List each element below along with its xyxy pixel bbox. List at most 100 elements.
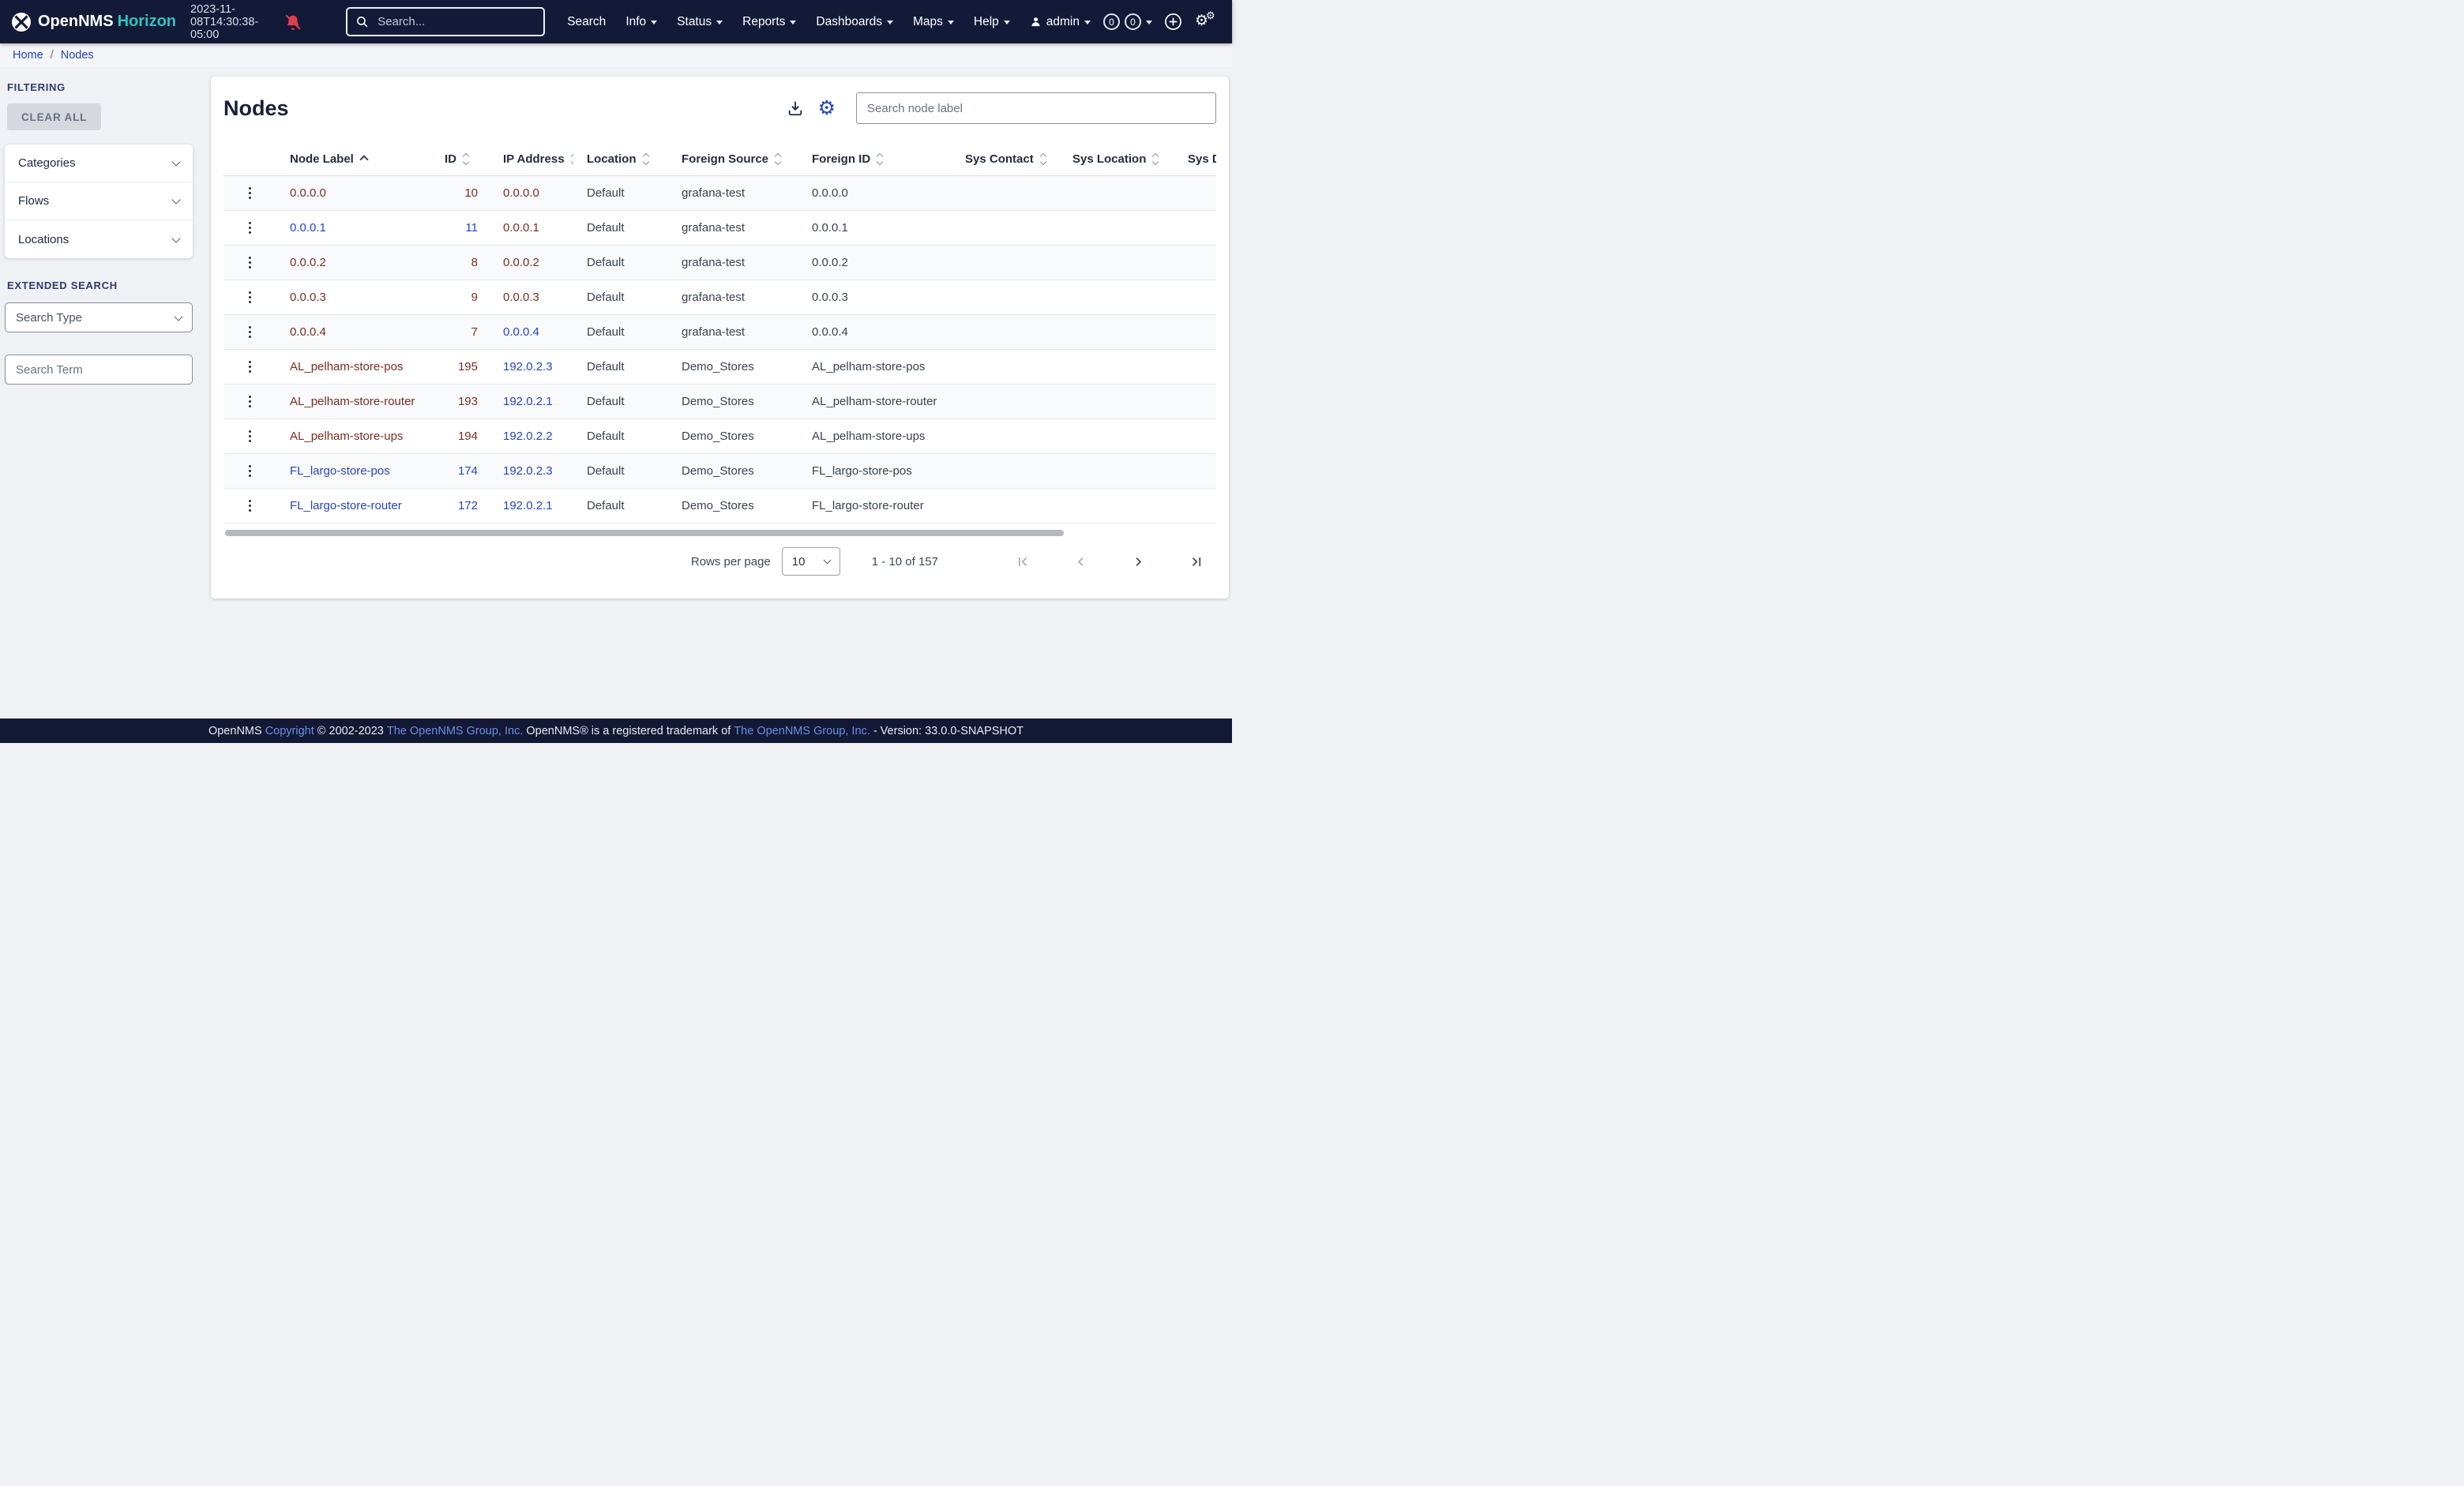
node-label-link[interactable]: 0.0.0.2: [290, 256, 326, 269]
node-location: Default: [587, 395, 625, 408]
sort-icon: [359, 155, 369, 164]
nav-menu-item[interactable]: Help: [974, 15, 1010, 29]
filter-accordion[interactable]: Categories: [5, 144, 193, 182]
node-id-link[interactable]: 8: [471, 256, 478, 269]
notification-badge[interactable]: 0: [1103, 13, 1120, 30]
next-page-button[interactable]: [1129, 553, 1147, 571]
filter-accordion[interactable]: Locations: [5, 220, 193, 258]
sort-icon: [462, 152, 470, 166]
column-header[interactable]: Foreign Source: [668, 152, 798, 166]
footer-text[interactable]: Copyright: [265, 725, 314, 737]
nav-menu-item[interactable]: Info: [625, 15, 658, 29]
node-label-link[interactable]: FL_largo-store-router: [290, 499, 402, 512]
last-page-button[interactable]: [1187, 553, 1205, 571]
previous-page-button[interactable]: [1072, 553, 1090, 571]
column-header[interactable]: Foreign ID: [798, 152, 952, 166]
node-label-link[interactable]: 0.0.0.3: [290, 291, 326, 304]
horizontal-scrollbar[interactable]: [223, 530, 1216, 536]
notification-badges[interactable]: 0 0: [1103, 13, 1152, 30]
node-location: Default: [587, 499, 625, 512]
row-actions-menu-button[interactable]: [242, 183, 258, 204]
export-nodes-button[interactable]: [783, 96, 807, 120]
row-actions-menu-button[interactable]: [242, 287, 258, 308]
column-header[interactable]: Sys Contact: [952, 152, 1059, 166]
row-actions-menu-button[interactable]: [242, 322, 258, 343]
table-settings-button[interactable]: ⚙: [807, 96, 839, 122]
node-id-link[interactable]: 194: [458, 430, 478, 443]
node-label-link[interactable]: 0.0.0.4: [290, 325, 326, 339]
first-page-button[interactable]: [1014, 553, 1032, 571]
node-id-link[interactable]: 9: [471, 291, 478, 304]
node-ip-link[interactable]: 192.0.2.1: [503, 395, 553, 408]
footer-text[interactable]: The OpenNMS Group, Inc.: [387, 725, 523, 737]
node-ip-link[interactable]: 0.0.0.3: [503, 291, 539, 304]
node-foreign-id: 0.0.0.2: [812, 256, 848, 269]
extended-search-heading: EXTENDED SEARCH: [7, 280, 118, 291]
breadcrumb-home-link[interactable]: Home: [13, 49, 43, 62]
column-header[interactable]: Sys Location: [1059, 152, 1174, 166]
filter-accordion[interactable]: Flows: [5, 182, 193, 220]
node-ip-link[interactable]: 192.0.2.3: [503, 464, 553, 478]
node-label-link[interactable]: AL_pelham-store-router: [290, 395, 415, 408]
search-icon: [355, 15, 369, 28]
node-id-link[interactable]: 11: [465, 221, 478, 235]
notification-badge[interactable]: 0: [1125, 13, 1141, 30]
search-term-input[interactable]: [5, 355, 193, 385]
node-ip-link[interactable]: 192.0.2.1: [503, 499, 553, 512]
table-row: 0.0.0.4 7 0.0.0.4 Default grafana-test 0…: [223, 315, 1216, 350]
breadcrumb-current[interactable]: Nodes: [61, 49, 94, 62]
row-actions-menu-button[interactable]: [242, 253, 258, 273]
node-id-link[interactable]: 10: [464, 186, 478, 200]
nav-menu-item[interactable]: Maps: [913, 15, 954, 29]
nav-user-menu[interactable]: admin: [1030, 15, 1091, 29]
node-ip-link[interactable]: 0.0.0.1: [503, 221, 539, 235]
nav-menu-item[interactable]: Status: [677, 15, 723, 29]
clear-all-button[interactable]: CLEAR ALL: [7, 103, 102, 130]
nav-menu-item[interactable]: Reports: [742, 15, 797, 29]
column-header[interactable]: ID: [431, 152, 490, 166]
table-row: FL_largo-store-router 172 192.0.2.1 Defa…: [223, 489, 1216, 523]
node-id-link[interactable]: 174: [458, 464, 478, 478]
quick-add-button[interactable]: [1162, 10, 1185, 33]
column-header[interactable]: Location: [573, 152, 668, 166]
node-ip-link[interactable]: 0.0.0.2: [503, 256, 539, 269]
node-id-link[interactable]: 193: [458, 395, 478, 408]
node-label-link[interactable]: AL_pelham-store-pos: [290, 360, 403, 373]
row-actions-menu-button[interactable]: [242, 496, 258, 516]
page-footer: OpenNMS Copyright © 2002-2023 The OpenNM…: [0, 719, 1232, 743]
node-id-link[interactable]: 7: [471, 325, 478, 339]
node-label-search-input[interactable]: [856, 92, 1216, 124]
node-ip-link[interactable]: 192.0.2.2: [503, 430, 553, 443]
node-label-link[interactable]: FL_largo-store-pos: [290, 464, 390, 478]
row-actions-menu-button[interactable]: [242, 357, 258, 377]
node-label-link[interactable]: 0.0.0.1: [290, 221, 326, 235]
row-actions-menu-button[interactable]: [242, 392, 258, 412]
footer-text[interactable]: The OpenNMS Group, Inc.: [734, 725, 870, 737]
nav-menu-item[interactable]: Dashboards: [816, 15, 893, 29]
nav-menu-item[interactable]: Search: [567, 15, 606, 29]
row-actions-menu-button[interactable]: [242, 218, 258, 238]
row-actions-menu-button[interactable]: [242, 426, 258, 447]
node-label-link[interactable]: 0.0.0.0: [290, 186, 326, 200]
global-search-input[interactable]: [376, 14, 536, 29]
footer-text: © 2002-2023: [314, 724, 387, 737]
column-header[interactable]: Sys Description: [1174, 152, 1216, 166]
admin-settings-button[interactable]: ⚙ ⚙: [1185, 9, 1221, 35]
node-ip-link[interactable]: 0.0.0.0: [503, 186, 539, 200]
node-label-link[interactable]: AL_pelham-store-ups: [290, 430, 403, 443]
node-location: Default: [587, 430, 625, 443]
footer-text: OpenNMS: [208, 724, 265, 737]
node-id-link[interactable]: 195: [458, 360, 478, 373]
column-header[interactable]: Node Label: [276, 152, 431, 166]
node-location: Default: [587, 360, 625, 373]
node-id-link[interactable]: 172: [458, 499, 478, 512]
brand-logo[interactable]: OpenNMS Horizon: [11, 12, 176, 32]
node-ip-link[interactable]: 192.0.2.3: [503, 360, 553, 373]
search-type-select[interactable]: Search Type: [5, 302, 193, 332]
row-actions-menu-button[interactable]: [242, 461, 258, 482]
node-ip-link[interactable]: 0.0.0.4: [503, 325, 539, 339]
scrollbar-thumb[interactable]: [225, 530, 1065, 536]
rows-per-page-select[interactable]: 10: [781, 547, 840, 576]
column-header[interactable]: IP Address: [490, 152, 573, 166]
notifications-off-button[interactable]: [283, 12, 303, 32]
